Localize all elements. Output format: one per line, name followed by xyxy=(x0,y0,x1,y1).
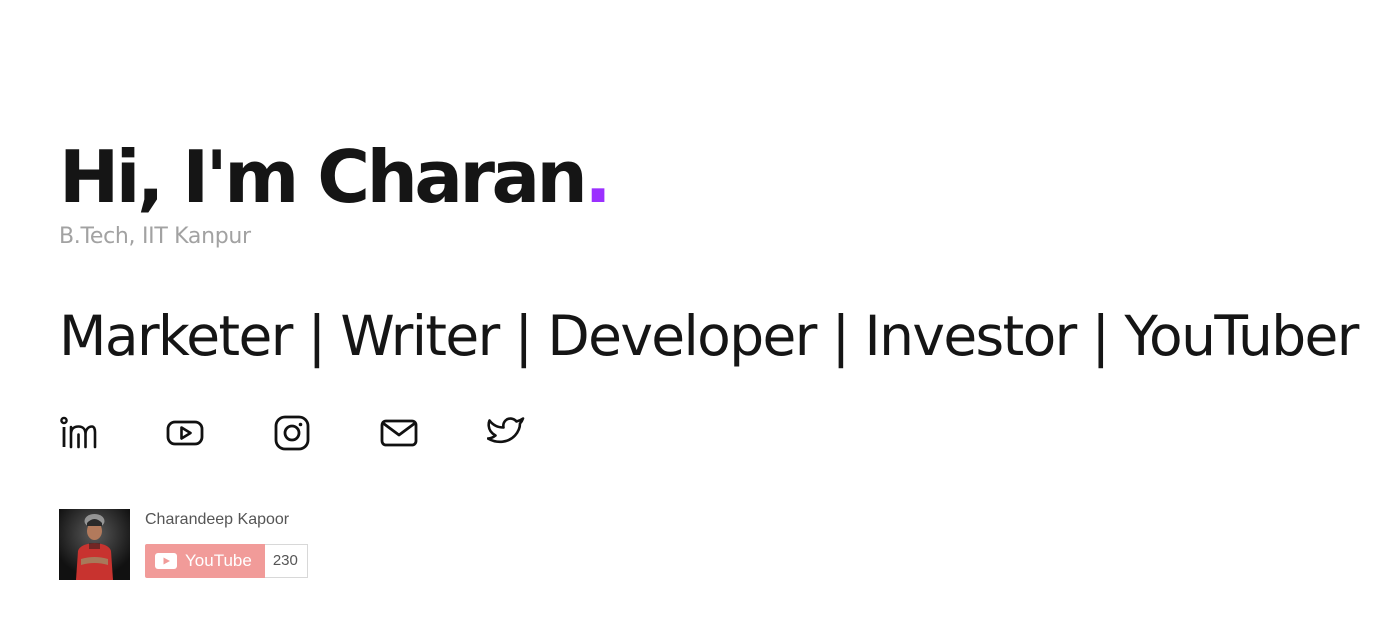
channel-avatar[interactable] xyxy=(59,509,130,580)
youtube-info: Charandeep Kapoor YouTube 230 xyxy=(145,510,308,578)
youtube-subscribe-button[interactable]: YouTube xyxy=(145,544,265,578)
channel-name[interactable]: Charandeep Kapoor xyxy=(145,510,308,530)
subscribe-row: YouTube 230 xyxy=(145,544,308,578)
social-links xyxy=(59,414,594,456)
youtube-button-label: YouTube xyxy=(185,551,252,570)
instagram-link[interactable] xyxy=(273,414,380,456)
education-subtitle: B.Tech, IIT Kanpur xyxy=(59,224,251,249)
twitter-icon xyxy=(487,417,525,444)
linkedin-icon xyxy=(60,416,97,449)
linkedin-link[interactable] xyxy=(59,414,166,456)
greeting-text: Hi, I'm Charan xyxy=(59,135,588,219)
mail-icon xyxy=(380,419,418,447)
email-link[interactable] xyxy=(380,414,487,456)
twitter-link[interactable] xyxy=(487,414,594,456)
youtube-logo-icon xyxy=(155,553,177,569)
avatar-photo xyxy=(59,509,130,580)
roles-tagline: Marketer | Writer | Developer | Investor… xyxy=(59,304,1359,368)
instagram-icon xyxy=(274,415,310,451)
youtube-subscribe-widget: Charandeep Kapoor YouTube 230 xyxy=(59,509,308,580)
youtube-icon xyxy=(166,420,204,446)
subscriber-count: 230 xyxy=(264,544,308,578)
page-title: Hi, I'm Charan. xyxy=(59,132,612,222)
youtube-link[interactable] xyxy=(166,414,273,456)
accent-dot: . xyxy=(584,135,611,219)
